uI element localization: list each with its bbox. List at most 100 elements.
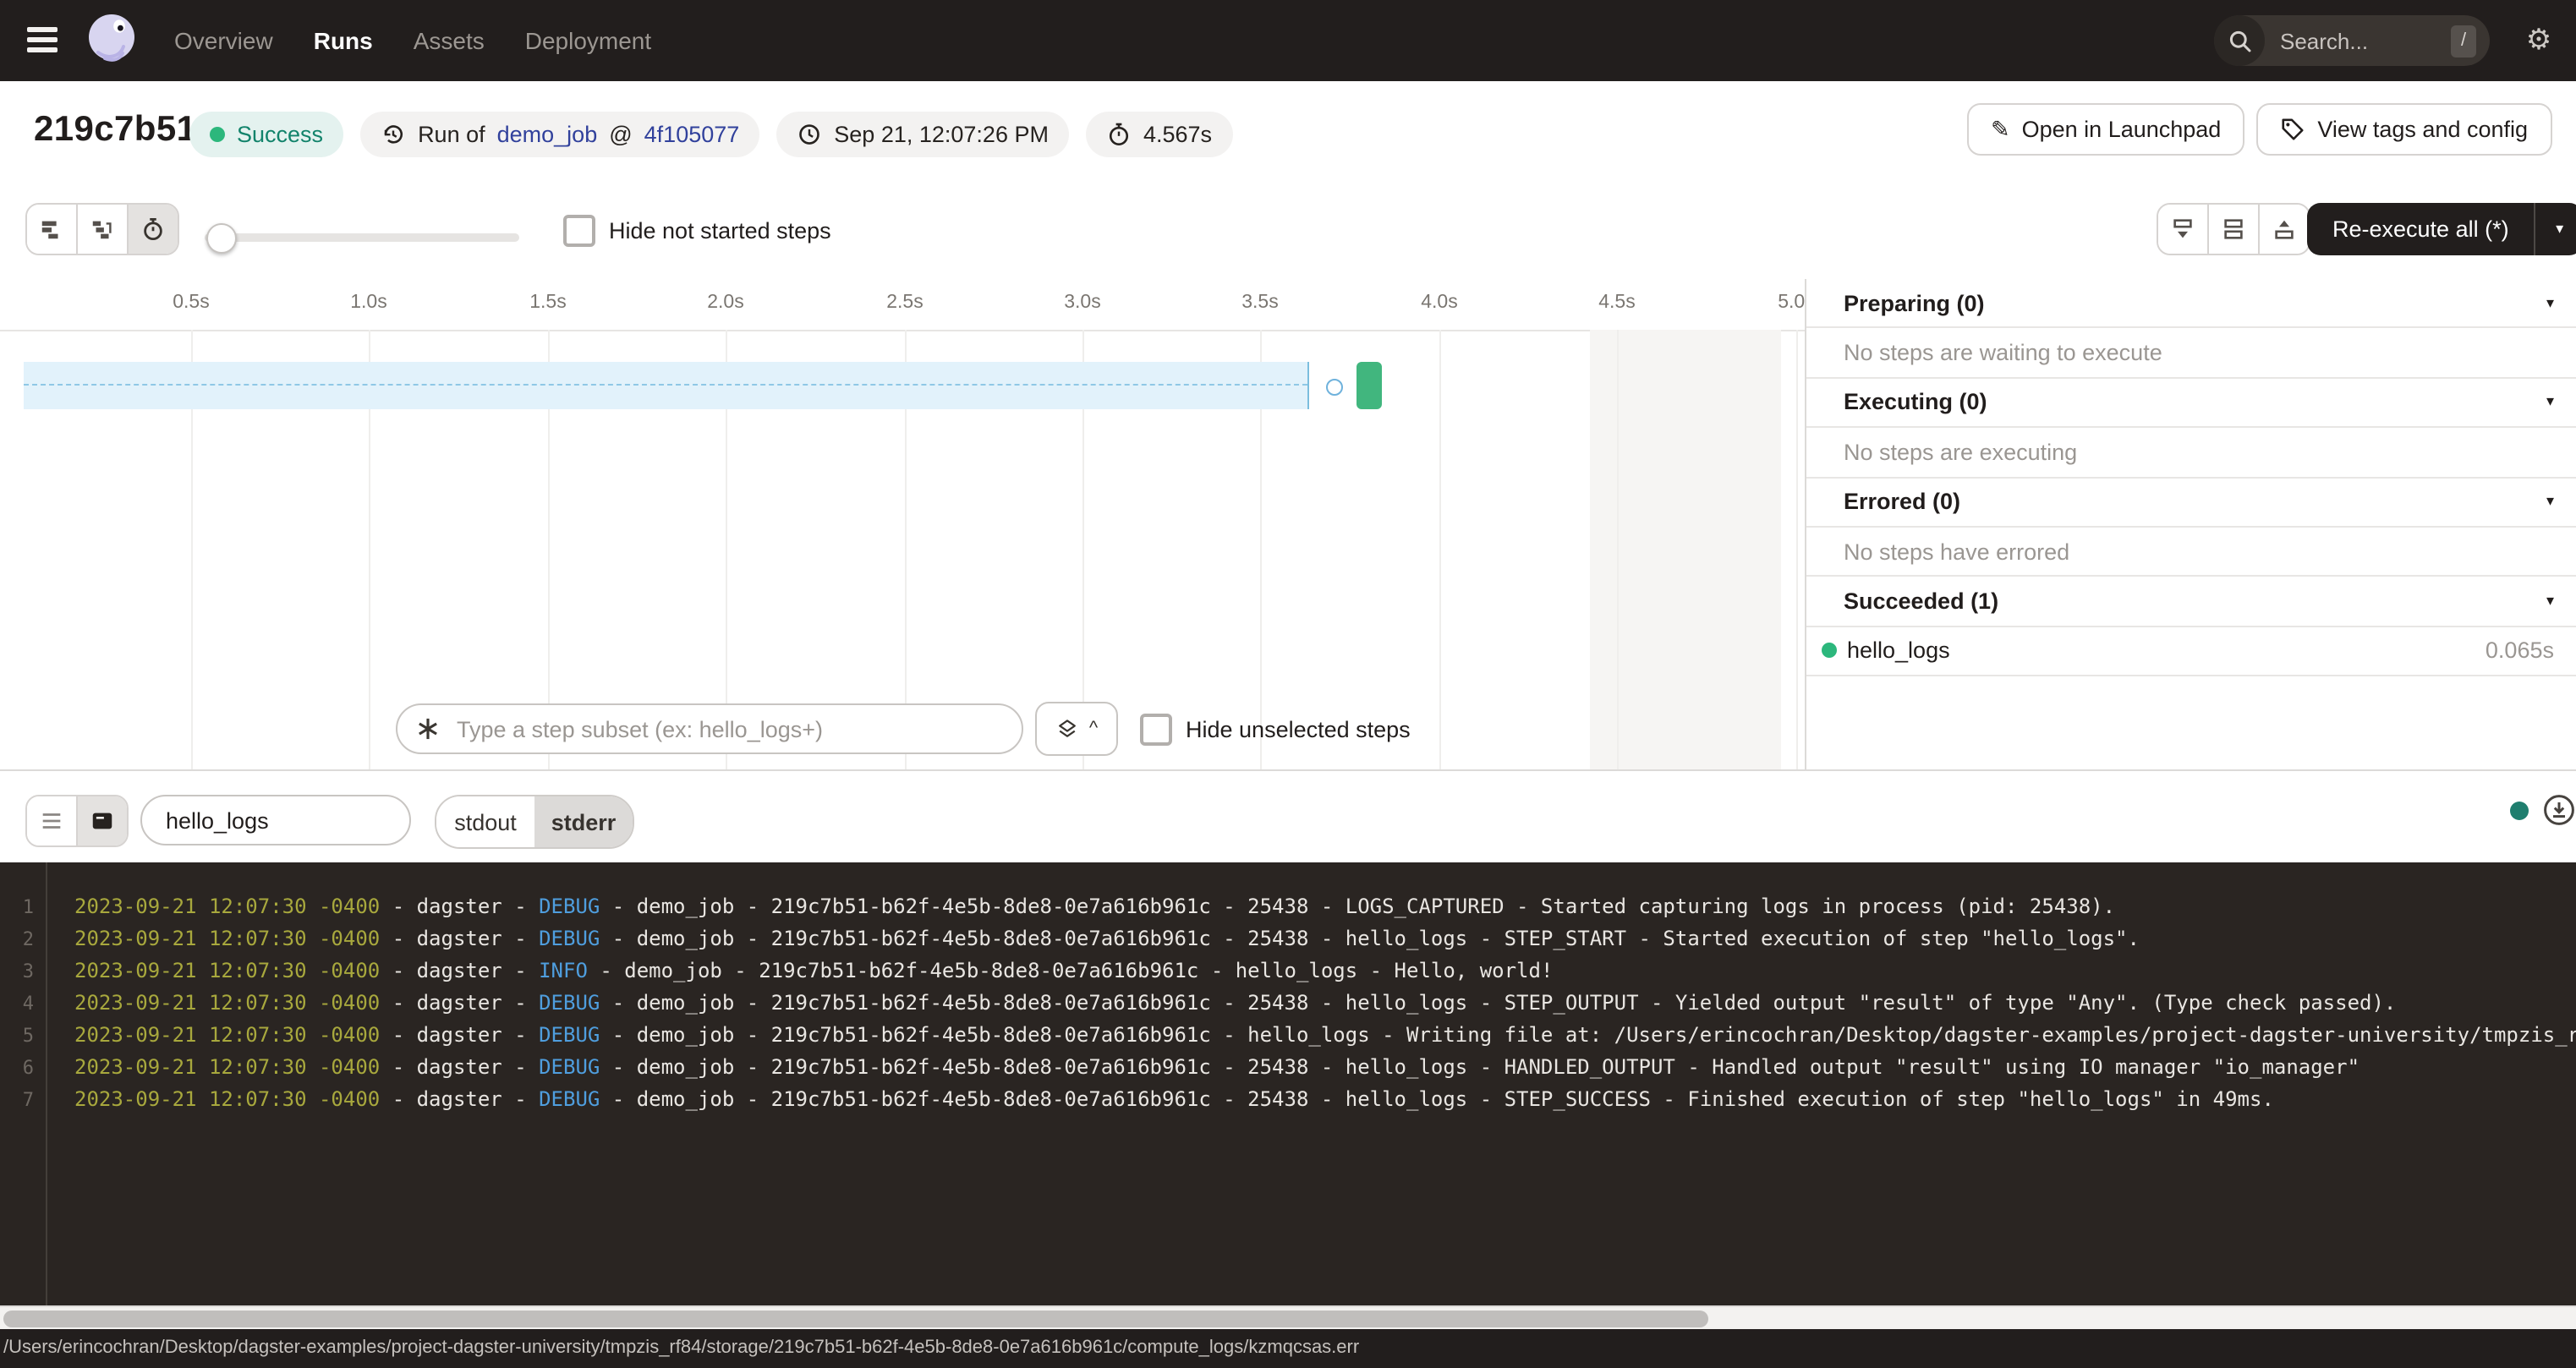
expand-top-panel-button[interactable]: [2258, 205, 2309, 254]
nav-runs[interactable]: Runs: [314, 27, 373, 54]
zoom-slider-handle[interactable]: [206, 223, 237, 254]
expand-bottom-panel-button[interactable]: [2158, 205, 2207, 254]
raw-log-view-button[interactable]: [76, 796, 127, 845]
panel-section-executing[interactable]: Executing (0) ▾: [1806, 379, 2576, 429]
tab-stderr[interactable]: stderr: [534, 796, 633, 847]
step-subset-field[interactable]: [396, 703, 1023, 754]
axis-tick: 4.5s: [1598, 293, 1636, 313]
caret-down-icon: ▾: [2546, 493, 2554, 512]
log-stream-tabs: stdout stderr: [435, 795, 634, 849]
scrollbar-thumb[interactable]: [3, 1311, 1708, 1327]
caret-down-icon: ▾: [2546, 592, 2554, 610]
hamburger-menu-icon[interactable]: [27, 27, 58, 52]
structured-log-view-button[interactable]: [27, 796, 76, 845]
search-icon: [2214, 15, 2265, 66]
log-line: 72023-09-21 12:07:30 -0400 - dagster - D…: [0, 1084, 2576, 1116]
success-dot-icon: [1822, 643, 1837, 659]
timed-view-button[interactable]: [127, 205, 178, 254]
hide-not-started-row: Hide not started steps: [563, 215, 831, 247]
succeeded-step-row[interactable]: hello_logs 0.065s: [1806, 627, 2576, 676]
nav-assets[interactable]: Assets: [414, 27, 485, 54]
split-panels-button[interactable]: [2207, 205, 2258, 254]
gridline: [1439, 330, 1441, 769]
graph-query-toggle-button[interactable]: ^: [1035, 702, 1118, 756]
op-selector-icon: [416, 717, 440, 741]
run-gantt-section: 0.5s 1.0s 1.5s 2.0s 2.5s 3.0s 3.5s 4.0s …: [0, 279, 2576, 771]
step-bar-hello-logs[interactable]: [1357, 362, 1382, 409]
log-line: 32023-09-21 12:07:30 -0400 - dagster - I…: [0, 955, 2576, 988]
global-search[interactable]: /: [2214, 15, 2490, 66]
waterfall-view-button[interactable]: [76, 205, 127, 254]
search-input[interactable]: [2277, 26, 2451, 55]
gantt-view-mode-group: [25, 203, 179, 255]
panel-layout-group: [2157, 203, 2310, 255]
align-top-icon: [2272, 216, 2297, 242]
duration-badge: 4.567s: [1086, 112, 1232, 157]
axis-tick: 4.0s: [1421, 293, 1458, 313]
log-line: 52023-09-21 12:07:30 -0400 - dagster - D…: [0, 1020, 2576, 1052]
run-id-title: 219c7b51: [34, 110, 196, 150]
tab-stdout[interactable]: stdout: [436, 796, 534, 847]
caret-down-icon: ▾: [2546, 293, 2554, 312]
axis-tick: 1.5s: [529, 293, 567, 313]
hide-not-started-checkbox[interactable]: [563, 215, 595, 247]
reexecute-all-button[interactable]: Re-execute all (*): [2307, 216, 2535, 242]
gantt-chart: 0.5s 1.0s 1.5s 2.0s 2.5s 3.0s 3.5s 4.0s …: [0, 279, 1805, 769]
step-subset-input[interactable]: [453, 714, 1003, 743]
reexecute-button-group: Re-execute all (*) ▾: [2307, 203, 2576, 255]
open-launchpad-button[interactable]: ✎ Open in Launchpad: [1967, 103, 2244, 156]
caret-down-icon: ▾: [2546, 393, 2554, 412]
reexecute-options-button[interactable]: ▾: [2535, 203, 2576, 255]
log-lines: 12023-09-21 12:07:30 -0400 - dagster - D…: [0, 891, 2576, 1116]
axis-tick: 3.0s: [1064, 293, 1101, 313]
commit-link[interactable]: 4f105077: [644, 122, 740, 147]
panel-empty-message: No steps are executing: [1806, 428, 2576, 478]
stopwatch-icon: [140, 216, 166, 242]
download-logs-button[interactable]: [2540, 791, 2576, 829]
gantt-toolbar: Hide not started steps Re-execute all (*…: [0, 178, 2576, 281]
log-line: 22023-09-21 12:07:30 -0400 - dagster - D…: [0, 923, 2576, 955]
log-step-filter-input[interactable]: [140, 795, 411, 845]
log-horizontal-scrollbar[interactable]: [0, 1305, 2576, 1329]
job-link[interactable]: demo_job: [497, 122, 598, 147]
split-panels-icon: [2221, 216, 2246, 242]
hide-unselected-checkbox[interactable]: [1140, 713, 1172, 745]
dagster-logo-icon[interactable]: [83, 10, 142, 69]
log-line: 12023-09-21 12:07:30 -0400 - dagster - D…: [0, 891, 2576, 923]
step-start-marker[interactable]: [1326, 379, 1343, 396]
history-icon: [381, 122, 406, 147]
run-of-badge: Run of demo_job @ 4f105077: [360, 112, 759, 157]
log-output: 12023-09-21 12:07:30 -0400 - dagster - D…: [0, 862, 2576, 1305]
run-badges: Success Run of demo_job @ 4f105077 Sep 2…: [189, 112, 1232, 157]
flat-view-icon: [39, 216, 64, 242]
panel-section-succeeded[interactable]: Succeeded (1) ▾: [1806, 577, 2576, 627]
top-nav: Overview Runs Assets Deployment / ⚙: [0, 0, 2576, 81]
log-line: 62023-09-21 12:07:30 -0400 - dagster - D…: [0, 1052, 2576, 1084]
tag-icon: [2280, 117, 2305, 142]
run-actions: ✎ Open in Launchpad View tags and config: [1967, 103, 2576, 156]
log-toolbar: stdout stderr: [0, 771, 2576, 862]
panel-empty-message: No steps have errored: [1806, 528, 2576, 577]
nav-deployment[interactable]: Deployment: [525, 27, 651, 54]
gear-icon[interactable]: ⚙: [2518, 20, 2559, 61]
caret-down-icon: ▾: [2556, 220, 2563, 238]
layers-icon: [1055, 717, 1079, 741]
pencil-icon: ✎: [1991, 116, 2010, 143]
flat-view-button[interactable]: [27, 205, 76, 254]
waiting-dashed-line: [24, 384, 1307, 386]
zoom-slider-track[interactable]: [205, 233, 519, 242]
status-badge: Success: [189, 112, 343, 157]
gridline: [1796, 330, 1798, 769]
axis-tick: 1.0s: [350, 293, 387, 313]
step-status-panel: Preparing (0) ▾ No steps are waiting to …: [1805, 279, 2576, 769]
panel-section-preparing[interactable]: Preparing (0) ▾: [1806, 279, 2576, 329]
gridline: [1617, 330, 1619, 769]
panel-section-errored[interactable]: Errored (0) ▾: [1806, 478, 2576, 528]
axis-tick: 5.0s: [1778, 293, 1805, 313]
log-line: 42023-09-21 12:07:30 -0400 - dagster - D…: [0, 988, 2576, 1020]
view-tags-config-button[interactable]: View tags and config: [2256, 103, 2551, 156]
nav-overview[interactable]: Overview: [174, 27, 273, 54]
hide-not-started-label: Hide not started steps: [609, 218, 831, 244]
download-icon: [2540, 791, 2576, 829]
gantt-time-axis: 0.5s 1.0s 1.5s 2.0s 2.5s 3.0s 3.5s 4.0s …: [0, 279, 1805, 331]
